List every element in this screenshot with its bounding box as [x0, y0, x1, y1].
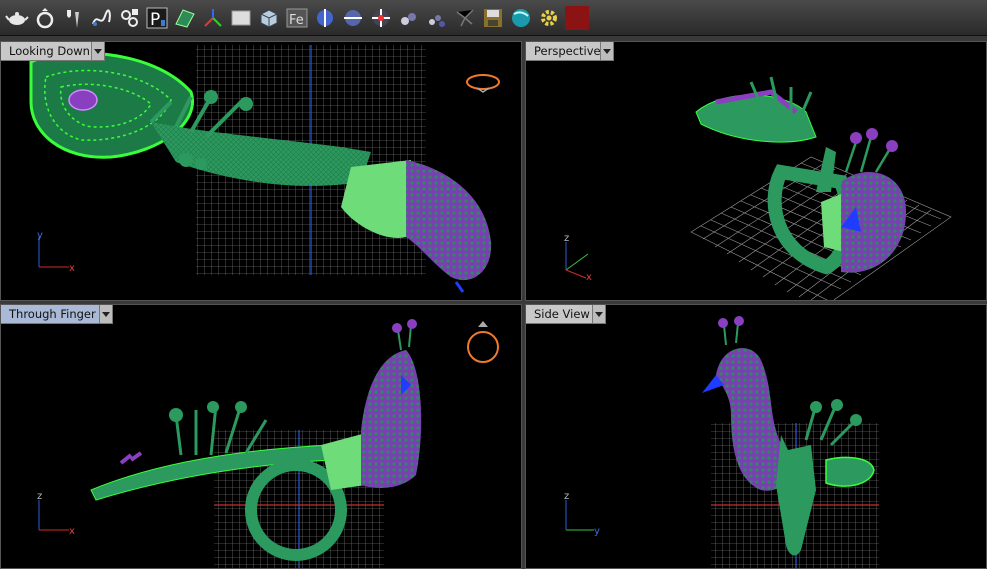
main-toolbar: P Fe	[0, 0, 987, 36]
color-swatch-icon[interactable]	[564, 4, 590, 32]
side-view-scene: z y	[564, 316, 879, 568]
svg-text:P: P	[150, 10, 160, 30]
viewport-perspective[interactable]: z x Perspective	[525, 41, 987, 301]
axis-v-label: z	[564, 491, 569, 502]
viewport-label: Side View	[534, 307, 590, 321]
looking-down-scene: y x	[29, 45, 500, 293]
pen-tool-icon[interactable]	[60, 4, 86, 32]
axis-h-label: y	[594, 526, 600, 537]
peacock-model	[695, 76, 906, 275]
axis-h-label: x	[586, 272, 592, 283]
spring-curve-icon[interactable]	[88, 4, 114, 32]
ring-icon[interactable]	[32, 4, 58, 32]
svg-text:Fe: Fe	[289, 13, 304, 28]
viewport-looking-down[interactable]: y x Looking Down	[0, 41, 522, 301]
chevron-down-icon[interactable]	[99, 305, 112, 323]
parameter-p-icon[interactable]: P	[144, 4, 170, 32]
fe-text-icon[interactable]: Fe	[284, 4, 310, 32]
box-icon[interactable]	[256, 4, 282, 32]
axis-triad: z x	[37, 491, 75, 537]
surface-icon[interactable]	[172, 4, 198, 32]
section-split-icon[interactable]	[340, 4, 366, 32]
viewport-label: Looking Down	[9, 44, 90, 58]
viewport-label: Through Finger	[9, 307, 96, 321]
axis-h-label: x	[69, 263, 75, 274]
viewport-tab-side-view[interactable]: Side View	[526, 305, 606, 324]
viewport-side-view[interactable]: z y Side View	[525, 304, 987, 569]
viewport-through-finger[interactable]: z x Through Finger	[0, 304, 522, 569]
axis-triad: y x	[37, 230, 75, 274]
viewport-tab-through-finger[interactable]: Through Finger	[1, 305, 113, 324]
scatter-icon[interactable]	[452, 4, 478, 32]
perspective-scene: z x	[564, 76, 952, 300]
save-icon[interactable]	[480, 4, 506, 32]
cluster-icon[interactable]	[424, 4, 450, 32]
mirror-half-icon[interactable]	[312, 4, 338, 32]
viewport-label: Perspective	[534, 44, 601, 58]
teapot-icon[interactable]	[4, 4, 30, 32]
axis-v-label: y	[37, 230, 43, 241]
axis-h-label: x	[69, 526, 75, 537]
axis-transform-icon[interactable]	[200, 4, 226, 32]
ring-gizmo-icon[interactable]	[466, 74, 500, 93]
chevron-down-icon[interactable]	[91, 42, 104, 60]
through-finger-scene: z x	[37, 319, 499, 568]
plane-icon[interactable]	[228, 4, 254, 32]
axis-triad: z x	[564, 233, 592, 283]
axis-triad: z y	[564, 491, 600, 537]
axis-v-label: z	[564, 233, 569, 244]
axis-v-label: z	[37, 491, 42, 502]
chevron-down-icon[interactable]	[592, 305, 605, 323]
viewport-tab-perspective[interactable]: Perspective	[526, 42, 614, 61]
gear-plugins-icon[interactable]	[116, 4, 142, 32]
spheres-icon[interactable]	[396, 4, 422, 32]
ring-gizmo-icon[interactable]	[467, 321, 499, 363]
render-sphere-icon[interactable]	[508, 4, 534, 32]
chevron-down-icon[interactable]	[600, 42, 613, 60]
viewport-tab-looking-down[interactable]: Looking Down	[1, 42, 105, 61]
center-snap-icon[interactable]	[368, 4, 394, 32]
settings-gear-icon[interactable]	[536, 4, 562, 32]
